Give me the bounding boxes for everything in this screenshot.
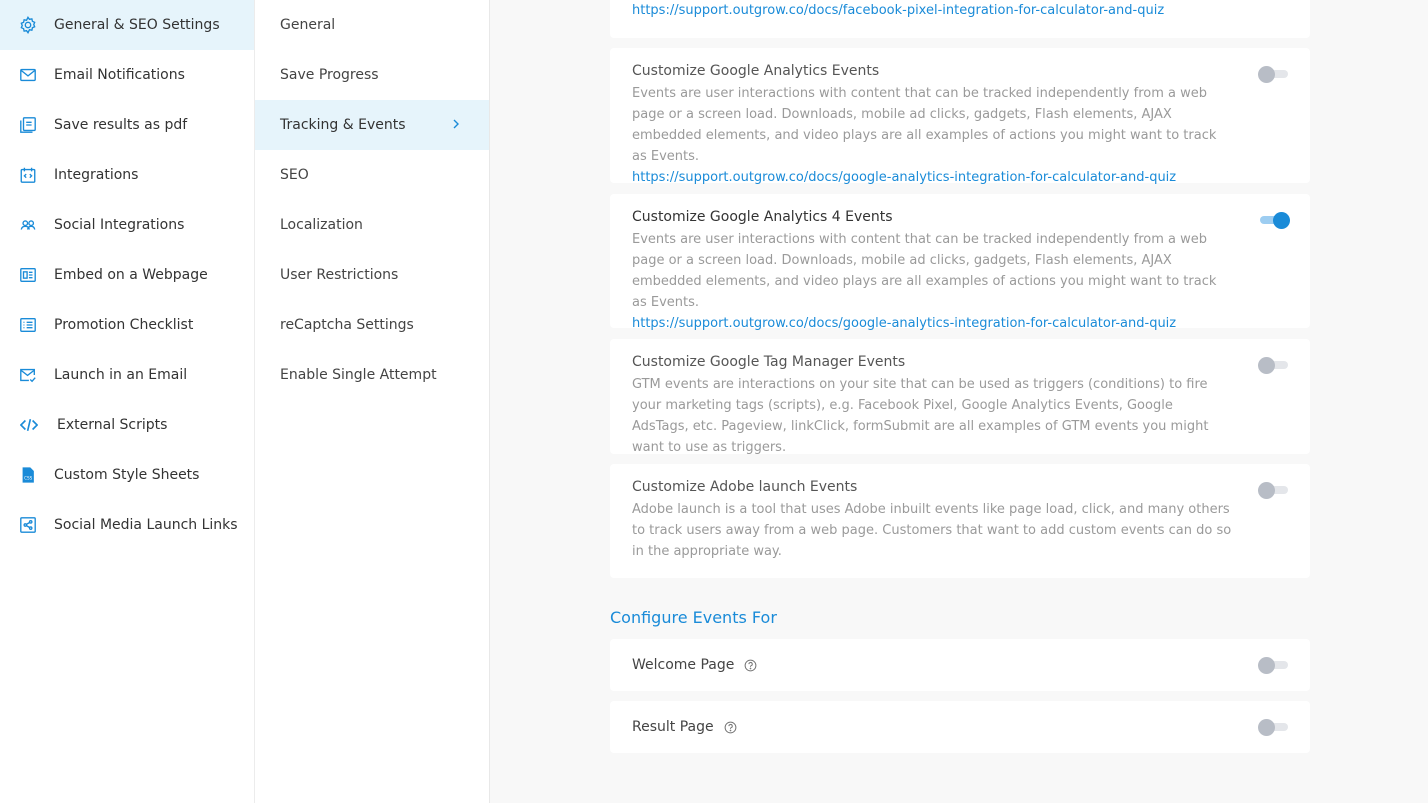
gtm-events-toggle[interactable] — [1258, 356, 1288, 374]
gear-icon — [19, 16, 37, 34]
ga4-events-toggle[interactable] — [1258, 211, 1290, 229]
submenu-item-label: User Restrictions — [280, 267, 399, 283]
sidebar-item-label: Custom Style Sheets — [54, 467, 200, 483]
row-label: Welcome Page — [632, 657, 735, 673]
facebook-pixel-help-link[interactable]: https://support.outgrow.co/docs/facebook… — [632, 0, 1288, 21]
sidebar-item-promotion-checklist[interactable]: Promotion Checklist — [0, 300, 254, 350]
submenu-item-label: reCaptcha Settings — [280, 317, 414, 333]
envelope-icon — [19, 66, 37, 84]
ga-events-card: Customize Google Analytics Events Events… — [610, 48, 1310, 185]
submenu-item-enable-single-attempt[interactable]: Enable Single Attempt — [255, 350, 489, 400]
toggle-knob — [1258, 719, 1275, 736]
submenu-item-label: Localization — [280, 217, 363, 233]
submenu-item-seo[interactable]: SEO — [255, 150, 489, 200]
css-file-icon: CSS — [19, 466, 37, 484]
tracking-events-panel: https://support.outgrow.co/docs/facebook… — [490, 0, 1428, 803]
submenu-item-save-progress[interactable]: Save Progress — [255, 50, 489, 100]
settings-submenu: General Save Progress Tracking & Events … — [255, 0, 490, 803]
sidebar-item-custom-style-sheets[interactable]: CSS Custom Style Sheets — [0, 450, 254, 500]
welcome-page-row: Welcome Page — [610, 639, 1310, 691]
pdf-icon — [19, 116, 37, 134]
help-circle-icon[interactable] — [724, 721, 737, 734]
embed-icon — [19, 266, 37, 284]
submenu-item-label: Tracking & Events — [280, 117, 406, 133]
sidebar-item-external-scripts[interactable]: External Scripts — [0, 400, 254, 450]
sidebar-item-integrations[interactable]: Integrations — [0, 150, 254, 200]
result-page-toggle[interactable] — [1258, 718, 1288, 736]
card-title: Customize Google Analytics Events — [632, 63, 880, 79]
submenu-item-localization[interactable]: Localization — [255, 200, 489, 250]
submenu-item-user-restrictions[interactable]: User Restrictions — [255, 250, 489, 300]
ga4-events-card: Customize Google Analytics 4 Events Even… — [610, 194, 1310, 331]
users-icon — [19, 216, 37, 234]
sidebar-item-launch-in-email[interactable]: Launch in an Email — [0, 350, 254, 400]
checklist-icon — [19, 316, 37, 334]
sidebar-item-social-media-launch-links[interactable]: Social Media Launch Links — [0, 500, 254, 550]
sidebar-item-label: Save results as pdf — [54, 117, 188, 133]
share-icon — [19, 516, 37, 534]
card-title: Customize Google Tag Manager Events — [632, 354, 906, 370]
sidebar-item-label: Launch in an Email — [54, 367, 188, 383]
sidebar-item-label: Email Notifications — [54, 67, 185, 83]
email-check-icon — [19, 366, 37, 384]
card-description: Events are user interactions with conten… — [632, 232, 1217, 310]
sidebar-item-label: General & SEO Settings — [54, 17, 220, 33]
sidebar-item-label: External Scripts — [57, 417, 168, 433]
submenu-item-label: SEO — [280, 167, 309, 183]
toggle-knob — [1258, 657, 1275, 674]
facebook-pixel-card: https://support.outgrow.co/docs/facebook… — [610, 0, 1310, 38]
toggle-knob — [1258, 357, 1275, 374]
sidebar-item-label: Integrations — [54, 167, 139, 183]
submenu-item-label: Save Progress — [280, 67, 379, 83]
sidebar-item-label: Social Media Launch Links — [54, 517, 238, 533]
card-description: Adobe launch is a tool that uses Adobe i… — [632, 502, 1232, 559]
ga-events-toggle[interactable] — [1258, 65, 1288, 83]
toggle-knob — [1258, 66, 1275, 83]
card-title: Customize Google Analytics 4 Events — [632, 209, 893, 225]
chevron-right-icon — [449, 117, 463, 131]
sidebar-item-label: Social Integrations — [54, 217, 185, 233]
sidebar-item-label: Promotion Checklist — [54, 317, 194, 333]
integrations-icon — [19, 166, 37, 184]
ga4-help-link[interactable]: https://support.outgrow.co/docs/google-a… — [632, 313, 1288, 334]
card-title: Customize Adobe launch Events — [632, 479, 858, 495]
configure-events-heading: Configure Events For — [610, 608, 777, 627]
welcome-page-toggle[interactable] — [1258, 656, 1288, 674]
sidebar-item-label: Embed on a Webpage — [54, 267, 208, 283]
submenu-item-tracking-events[interactable]: Tracking & Events — [255, 100, 489, 150]
submenu-item-label: General — [280, 17, 336, 33]
submenu-item-general[interactable]: General — [255, 0, 489, 50]
row-label: Result Page — [632, 719, 714, 735]
sidebar-item-general-seo-settings[interactable]: General & SEO Settings — [0, 0, 254, 50]
svg-text:CSS: CSS — [24, 476, 32, 481]
ga-help-link[interactable]: https://support.outgrow.co/docs/google-a… — [632, 167, 1288, 188]
submenu-item-recaptcha-settings[interactable]: reCaptcha Settings — [255, 300, 489, 350]
sidebar-item-embed-on-webpage[interactable]: Embed on a Webpage — [0, 250, 254, 300]
help-circle-icon[interactable] — [744, 659, 757, 672]
card-description: Events are user interactions with conten… — [632, 86, 1217, 164]
sidebar-item-email-notifications[interactable]: Email Notifications — [0, 50, 254, 100]
sidebar-item-save-results-pdf[interactable]: Save results as pdf — [0, 100, 254, 150]
result-page-row: Result Page — [610, 701, 1310, 753]
toggle-knob — [1273, 212, 1290, 229]
adobe-launch-events-card: Customize Adobe launch Events Adobe laun… — [610, 464, 1310, 578]
card-description: GTM events are interactions on your site… — [632, 377, 1209, 455]
sidebar-item-social-integrations[interactable]: Social Integrations — [0, 200, 254, 250]
settings-sidebar: General & SEO Settings Email Notificatio… — [0, 0, 255, 803]
code-icon — [19, 416, 39, 434]
gtm-events-card: Customize Google Tag Manager Events GTM … — [610, 339, 1310, 455]
adobe-launch-events-toggle[interactable] — [1258, 481, 1288, 499]
toggle-knob — [1258, 482, 1275, 499]
submenu-item-label: Enable Single Attempt — [280, 367, 437, 383]
